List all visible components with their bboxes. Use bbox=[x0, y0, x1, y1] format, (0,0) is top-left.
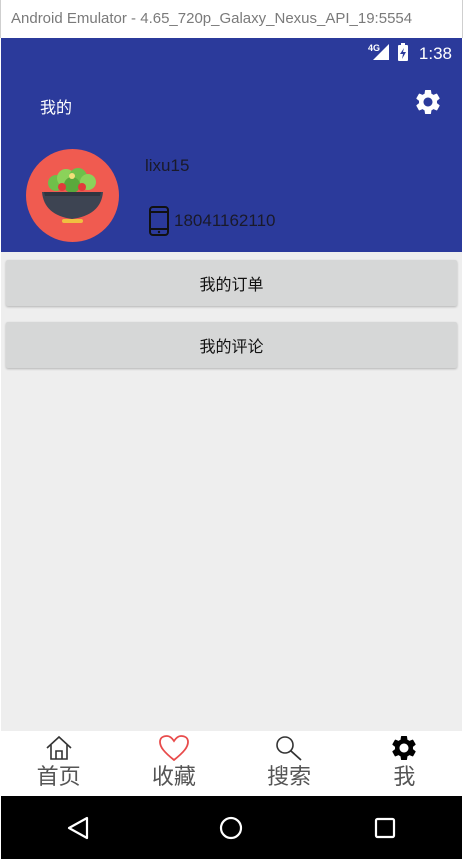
window-title: Android Emulator - 4.65_720p_Galaxy_Nexu… bbox=[11, 10, 413, 27]
nav-item-search[interactable]: 搜索 bbox=[232, 731, 347, 796]
status-bar: 4G 1:38 bbox=[1, 38, 462, 70]
battery-icon bbox=[397, 42, 409, 66]
system-recents-button[interactable] bbox=[355, 803, 415, 853]
my-orders-button[interactable]: 我的订单 bbox=[6, 260, 457, 306]
salad-bowl-icon bbox=[42, 168, 103, 223]
search-icon bbox=[276, 736, 302, 761]
phone-icon bbox=[149, 206, 169, 236]
back-icon bbox=[67, 816, 88, 839]
nav-item-me[interactable]: 我 bbox=[347, 731, 462, 796]
nav-item-home[interactable]: 首页 bbox=[1, 731, 116, 796]
phone-number: 18041162110 bbox=[174, 211, 276, 230]
nav-label-favorites: 收藏 bbox=[151, 765, 196, 790]
nav-label-me: 我 bbox=[393, 765, 416, 790]
home-icon bbox=[46, 735, 72, 760]
system-home-button[interactable] bbox=[201, 803, 261, 853]
profile-header: 我的 lixu15 18041162110 bbox=[1, 70, 462, 252]
device-screen: 4G 1:38 我的 lixu15 18041162110 我的订单 我的评论 … bbox=[1, 38, 462, 859]
home-circle-icon bbox=[220, 816, 243, 839]
my-comments-button[interactable]: 我的评论 bbox=[6, 322, 457, 368]
window-title-bar: Android Emulator - 4.65_720p_Galaxy_Nexu… bbox=[0, 0, 463, 38]
heart-icon bbox=[158, 735, 189, 762]
phone-row: 18041162110 bbox=[148, 206, 275, 236]
network-type-label: 4G bbox=[368, 43, 380, 53]
recents-icon bbox=[375, 817, 396, 838]
nav-label-search: 搜索 bbox=[267, 765, 312, 790]
system-back-button[interactable] bbox=[48, 803, 108, 853]
settings-button[interactable] bbox=[413, 87, 443, 117]
page-title: 我的 bbox=[40, 98, 73, 117]
username: lixu15 bbox=[145, 156, 190, 175]
signal-icon: 4G bbox=[367, 42, 391, 66]
avatar[interactable] bbox=[26, 149, 119, 242]
system-nav-bar bbox=[1, 796, 462, 859]
nav-item-favorites[interactable]: 收藏 bbox=[116, 731, 231, 796]
nav-label-home: 首页 bbox=[36, 765, 81, 790]
status-time: 1:38 bbox=[418, 44, 452, 63]
bottom-nav: 首页 收藏 搜索 我 bbox=[1, 731, 462, 796]
gear-icon bbox=[392, 736, 417, 760]
gear-icon bbox=[416, 90, 440, 114]
